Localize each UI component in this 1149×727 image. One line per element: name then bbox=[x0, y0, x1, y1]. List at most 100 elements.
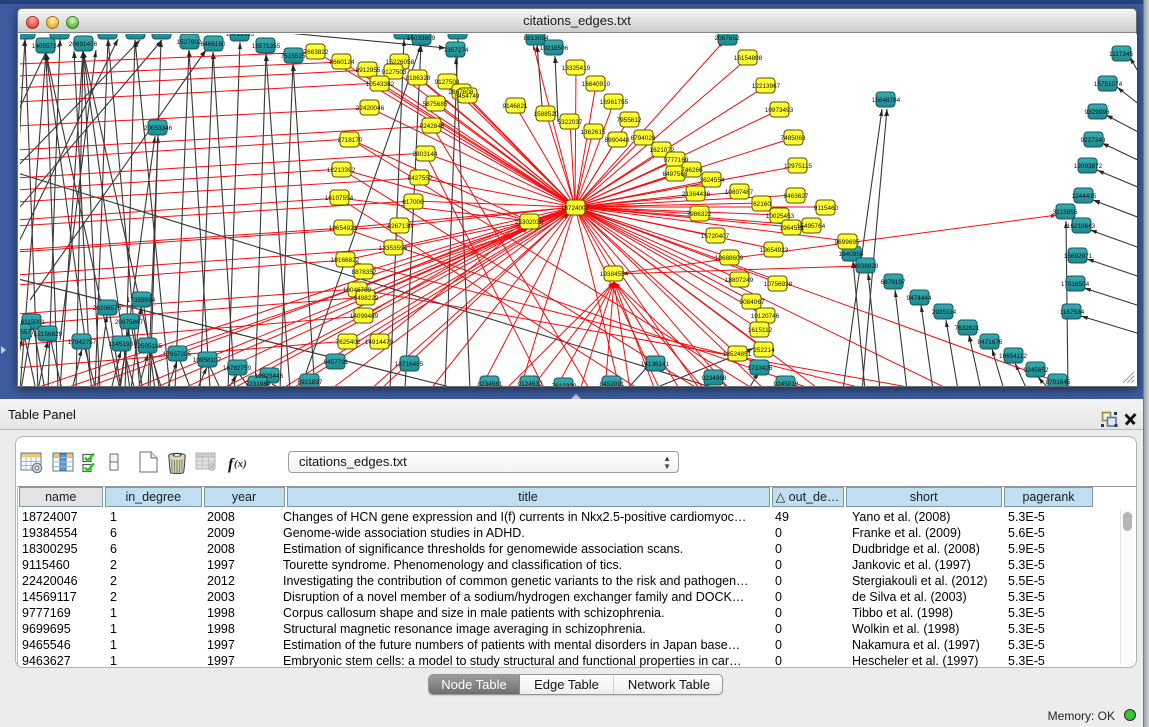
svg-text:1167534: 1167534 bbox=[1060, 309, 1085, 316]
svg-text:16115001: 16115001 bbox=[20, 319, 45, 326]
svg-text:9205313: 9205313 bbox=[123, 34, 148, 36]
svg-text:19218506: 19218506 bbox=[540, 45, 569, 52]
svg-text:746266: 746266 bbox=[681, 167, 703, 174]
svg-text:9329996: 9329996 bbox=[1085, 109, 1110, 116]
svg-text:8471676: 8471676 bbox=[978, 339, 1003, 346]
svg-text:10973493: 10973493 bbox=[765, 107, 794, 114]
svg-text:1244415: 1244415 bbox=[1072, 193, 1097, 200]
svg-text:8660124: 8660124 bbox=[330, 59, 355, 66]
svg-text:2935114: 2935114 bbox=[932, 309, 957, 316]
svg-text:9124532: 9124532 bbox=[518, 381, 543, 386]
svg-text:19384554: 19384554 bbox=[600, 271, 629, 278]
svg-text:8813054: 8813054 bbox=[524, 35, 549, 42]
svg-text:1964521: 1964521 bbox=[780, 225, 805, 232]
svg-text:3215955: 3215955 bbox=[1053, 209, 1078, 216]
svg-text:8234561: 8234561 bbox=[478, 381, 503, 386]
svg-text:6879197: 6879197 bbox=[881, 279, 906, 286]
svg-text:9245652: 9245652 bbox=[1024, 367, 1049, 374]
svg-text:8186328: 8186328 bbox=[406, 75, 431, 82]
svg-text:9127503: 9127503 bbox=[382, 69, 407, 76]
svg-text:14136141: 14136141 bbox=[641, 361, 670, 368]
svg-text:9474444: 9474444 bbox=[907, 295, 932, 302]
svg-text:2803144: 2803144 bbox=[413, 151, 438, 158]
svg-text:7986322: 7986322 bbox=[687, 211, 712, 218]
svg-text:20691406: 20691406 bbox=[69, 41, 98, 48]
svg-text:12823446: 12823446 bbox=[255, 373, 284, 380]
svg-text:1527602: 1527602 bbox=[177, 39, 202, 46]
svg-text:16210643: 16210643 bbox=[1067, 223, 1096, 230]
svg-text:12093872: 12093872 bbox=[1074, 163, 1103, 170]
svg-text:9084067: 9084067 bbox=[740, 299, 765, 306]
svg-text:9777169: 9777169 bbox=[664, 157, 689, 164]
svg-text:5875685: 5875685 bbox=[423, 101, 448, 108]
svg-text:17359934: 17359934 bbox=[127, 297, 156, 304]
svg-text:16571355: 16571355 bbox=[252, 43, 281, 50]
svg-text:7231980: 7231980 bbox=[246, 381, 271, 386]
svg-text:16154808: 16154808 bbox=[734, 55, 763, 62]
svg-text:9115460: 9115460 bbox=[814, 205, 839, 212]
svg-text:16115001: 16115001 bbox=[94, 34, 122, 36]
svg-text:9234968: 9234968 bbox=[702, 375, 727, 382]
svg-text:8452091: 8452091 bbox=[600, 381, 625, 386]
svg-text:16961755: 16961755 bbox=[600, 99, 629, 106]
svg-text:7357274: 7357274 bbox=[444, 47, 469, 54]
svg-text:13524851: 13524851 bbox=[723, 351, 752, 358]
svg-text:1733426: 1733426 bbox=[748, 365, 773, 372]
svg-text:16782759: 16782759 bbox=[223, 365, 252, 372]
svg-text:13325419: 13325419 bbox=[562, 65, 591, 72]
svg-text:12213967: 12213967 bbox=[752, 83, 781, 90]
svg-text:7141562: 7141562 bbox=[446, 34, 471, 36]
svg-text:6794028: 6794028 bbox=[631, 135, 656, 142]
svg-text:10958107: 10958107 bbox=[193, 357, 222, 364]
svg-text:17957205: 17957205 bbox=[163, 351, 192, 358]
svg-text:7612309: 7612309 bbox=[552, 383, 577, 386]
svg-text:14914479: 14914479 bbox=[365, 339, 394, 346]
svg-text:15720407: 15720407 bbox=[701, 233, 730, 240]
svg-text:9915577: 9915577 bbox=[20, 329, 35, 336]
svg-text:15226058: 15226058 bbox=[386, 59, 415, 66]
svg-text:17016504: 17016504 bbox=[1061, 281, 1090, 288]
svg-text:16107554: 16107554 bbox=[325, 195, 354, 202]
svg-text:8427552: 8427552 bbox=[408, 175, 433, 182]
svg-text:(x): (x) bbox=[234, 458, 247, 470]
svg-text:10756928: 10756928 bbox=[764, 281, 793, 288]
svg-text:13353594: 13353594 bbox=[379, 245, 408, 252]
svg-text:16640910: 16640910 bbox=[582, 81, 611, 88]
svg-text:15692971: 15692971 bbox=[1064, 253, 1093, 260]
svg-text:2718170: 2718170 bbox=[338, 137, 363, 144]
svg-text:18807249: 18807249 bbox=[725, 277, 754, 284]
svg-text:10807487: 10807487 bbox=[725, 189, 754, 196]
svg-text:19654923: 19654923 bbox=[760, 247, 789, 254]
svg-text:1362615: 1362615 bbox=[581, 129, 606, 136]
svg-text:21364436: 21364436 bbox=[682, 191, 711, 198]
svg-text:8791645: 8791645 bbox=[1046, 379, 1071, 386]
svg-text:10025453: 10025453 bbox=[766, 213, 795, 220]
svg-text:10654112: 10654112 bbox=[999, 353, 1027, 360]
svg-text:10688609: 10688609 bbox=[715, 255, 744, 262]
svg-text:252214: 252214 bbox=[753, 347, 775, 354]
svg-text:9245012: 9245012 bbox=[774, 381, 799, 386]
svg-text:1046831: 1046831 bbox=[20, 34, 38, 36]
svg-text:7632621: 7632621 bbox=[955, 325, 980, 332]
svg-text:10653267: 10653267 bbox=[147, 34, 176, 36]
svg-text:20975867: 20975867 bbox=[115, 319, 144, 326]
svg-text:8990448: 8990448 bbox=[605, 137, 630, 144]
svg-text:1145193: 1145193 bbox=[109, 341, 134, 348]
svg-text:7663822: 7663822 bbox=[304, 49, 329, 56]
svg-text:18724007: 18724007 bbox=[561, 205, 590, 212]
svg-text:3498222: 3498222 bbox=[354, 295, 379, 302]
svg-text:14099489: 14099489 bbox=[350, 313, 379, 320]
svg-text:19166822: 19166822 bbox=[331, 257, 360, 264]
svg-text:10120746: 10120746 bbox=[751, 313, 780, 320]
svg-text:9227343: 9227343 bbox=[1081, 137, 1106, 144]
svg-text:1117345: 1117345 bbox=[1109, 51, 1133, 58]
svg-text:7625402: 7625402 bbox=[336, 339, 361, 346]
svg-text:12156829: 12156829 bbox=[34, 331, 63, 338]
svg-text:7515525: 7515525 bbox=[281, 53, 306, 60]
svg-text:9146821: 9146821 bbox=[503, 103, 528, 110]
svg-text:9457791: 9457791 bbox=[324, 359, 349, 366]
svg-text:1621072: 1621072 bbox=[650, 147, 675, 154]
svg-text:1588520: 1588520 bbox=[534, 111, 559, 118]
svg-text:817006: 817006 bbox=[402, 199, 424, 206]
svg-text:13716485: 13716485 bbox=[395, 361, 424, 368]
